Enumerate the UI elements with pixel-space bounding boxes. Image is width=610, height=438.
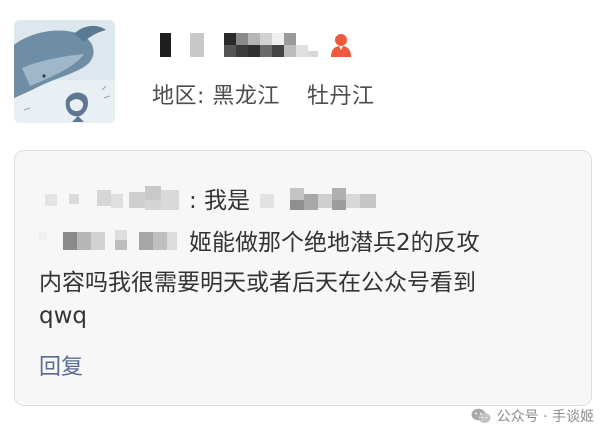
blurred-sender-name xyxy=(260,184,384,212)
message-line-1: : 我是 xyxy=(39,181,384,215)
watermark-text: 公众号 · 手谈姬 xyxy=(496,409,594,425)
message-line-3: 内容吗我很需要明天或者后天在公众号看到 xyxy=(39,263,476,297)
message-text-4: qwq xyxy=(39,303,88,329)
region-city: 牡丹江 xyxy=(306,84,375,109)
person-icon xyxy=(330,32,352,58)
user-region: 地区: 黑龙江 牡丹江 xyxy=(152,78,374,110)
reply-link[interactable]: 回复 xyxy=(39,349,83,381)
whale-illustration xyxy=(14,20,115,123)
message-text-3: 内容吗我很需要明天或者后天在公众号看到 xyxy=(39,270,476,296)
message-text-2: 姬能做那个绝地潜兵2的反攻 xyxy=(189,230,480,256)
blurred-greeting xyxy=(39,184,189,212)
message-text-1: : 我是 xyxy=(189,188,251,214)
user-avatar[interactable] xyxy=(14,20,115,123)
region-label: 地区: xyxy=(152,84,205,109)
message-line-4: qwq xyxy=(39,303,87,329)
message-line-2: 姬能做那个绝地潜兵2的反攻 xyxy=(39,223,480,257)
comment-page: 地区: 黑龙江 牡丹江 : 我是 姬能做那个绝地潜兵2的反攻 内容吗我很需要明天… xyxy=(0,0,610,438)
wechat-icon xyxy=(471,408,491,424)
user-name-row xyxy=(160,30,352,60)
watermark: 公众号 · 手谈姬 xyxy=(471,406,594,426)
message-card: : 我是 姬能做那个绝地潜兵2的反攻 内容吗我很需要明天或者后天在公众号看到 q… xyxy=(14,150,592,406)
blurred-account-name xyxy=(39,226,189,254)
region-province: 黑龙江 xyxy=(212,84,280,109)
blurred-username xyxy=(160,31,320,59)
